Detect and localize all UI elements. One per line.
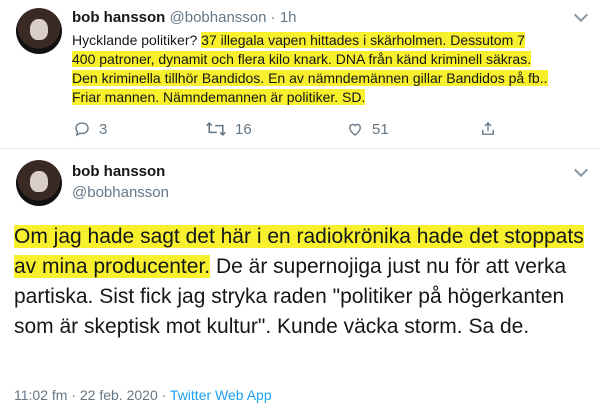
avatar[interactable] [16,8,62,54]
retweet-button[interactable]: 16 [205,120,252,138]
tweet-source-link[interactable]: Twitter Web App [170,387,272,403]
tweet-text: Hycklande politiker? 37 illegala vapen h… [72,31,548,107]
author-handle[interactable]: @bobhansson [170,9,267,26]
share-icon [482,122,494,135]
author-name[interactable]: bob hansson [72,9,165,26]
tweet-meta: 11:02 fm · 22 feb. 2020 · Twitter Web Ap… [14,387,272,403]
dot-separator: · [270,9,276,26]
tweet-divider [0,148,600,149]
reply-count: 3 [99,120,108,138]
author-handle[interactable]: @bobhansson [72,184,169,201]
like-count: 51 [372,120,389,138]
tweet-header: bob hansson @bobhansson [72,163,169,201]
chevron-down-icon[interactable] [573,162,589,178]
retweet-icon [206,121,226,137]
author-name[interactable]: bob hansson [72,163,169,180]
tweet-time[interactable]: 1h [280,9,297,26]
share-button[interactable] [479,120,497,138]
tweet-text: Om jag hade sagt det här i en radiokröni… [14,222,588,342]
reply-button[interactable]: 3 [73,120,107,138]
like-icon [349,123,361,136]
tweet-timestamp[interactable]: 11:02 fm · 22 feb. 2020 · [14,387,170,403]
reply-icon [75,122,89,137]
like-button[interactable]: 51 [346,120,389,138]
retweet-count: 16 [235,120,252,138]
tweet-header: bob hansson @bobhansson · 1h [72,9,297,26]
avatar[interactable] [16,160,62,206]
chevron-down-icon[interactable] [573,7,589,23]
tweet-text-plain: Hycklande politiker? [72,32,202,48]
